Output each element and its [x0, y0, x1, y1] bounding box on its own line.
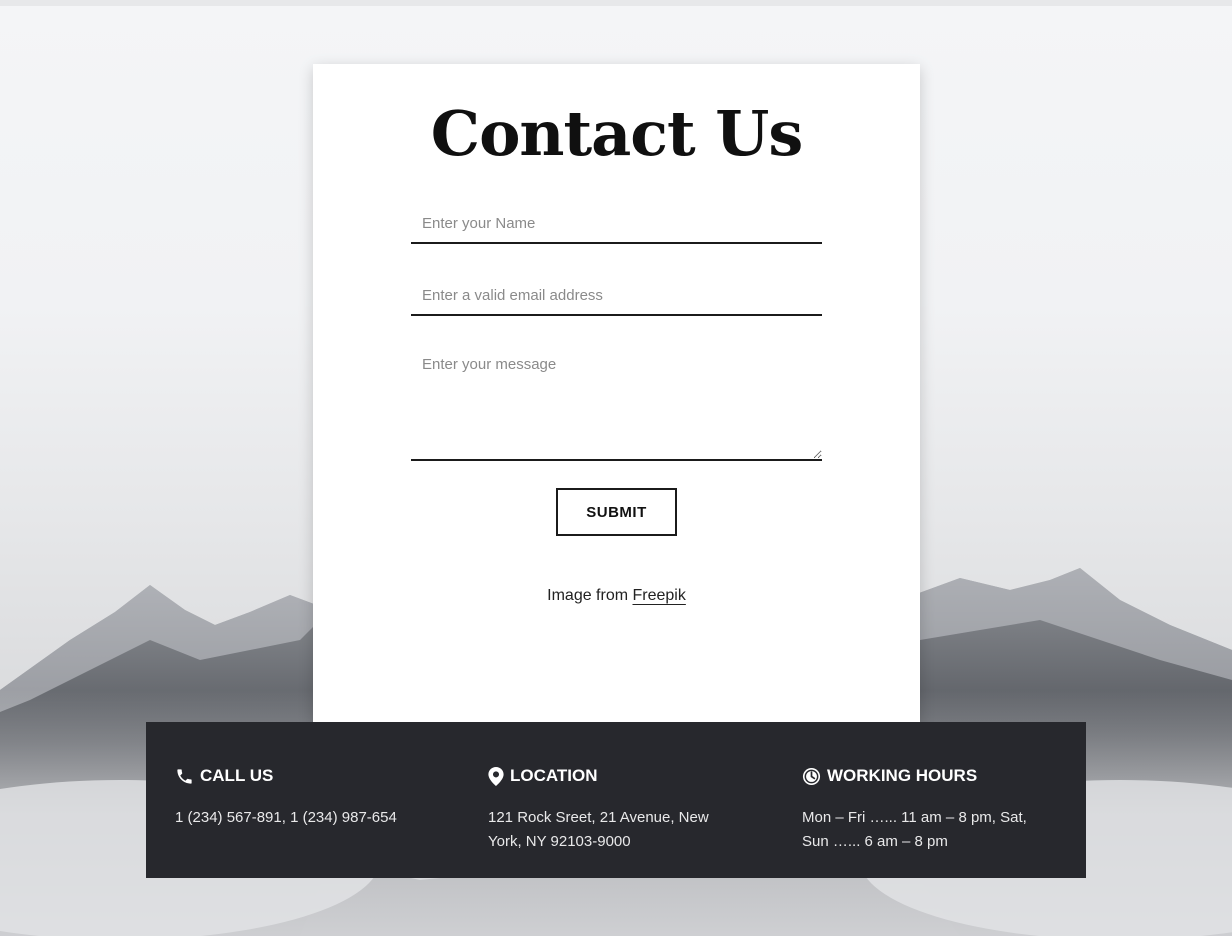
- credit-prefix: Image from: [547, 587, 633, 604]
- freepik-link[interactable]: Freepik: [633, 587, 686, 604]
- location-heading-row: LOCATION: [488, 764, 738, 788]
- submit-button[interactable]: SUBMIT: [556, 488, 677, 536]
- map-pin-icon: [488, 766, 504, 786]
- name-input[interactable]: [411, 204, 822, 244]
- clock-icon: [802, 767, 821, 786]
- call-us-heading: CALL US: [200, 766, 274, 785]
- phone-icon: [175, 767, 194, 786]
- image-credit: Image from Freepik: [313, 587, 920, 605]
- location-heading: LOCATION: [510, 766, 598, 785]
- email-input[interactable]: [411, 276, 822, 316]
- working-hours-text: Mon – Fri …... 11 am – 8 pm, Sat, Sun ….…: [802, 809, 1027, 850]
- working-hours-heading-row: WORKING HOURS: [802, 764, 1052, 788]
- contact-info-panel: CALL US 1 (234) 567-891, 1 (234) 987-654…: [146, 722, 1086, 878]
- working-hours-heading: WORKING HOURS: [827, 766, 978, 785]
- info-call-us: CALL US 1 (234) 567-891, 1 (234) 987-654: [175, 764, 425, 830]
- info-location: LOCATION 121 Rock Sreet, 21 Avenue, New …: [488, 764, 738, 854]
- location-text: 121 Rock Sreet, 21 Avenue, New York, NY …: [488, 809, 709, 850]
- call-us-heading-row: CALL US: [175, 764, 425, 788]
- page-title: Contact Us: [430, 97, 804, 170]
- info-working-hours: WORKING HOURS Mon – Fri …... 11 am – 8 p…: [802, 764, 1052, 854]
- message-textarea[interactable]: [411, 352, 822, 461]
- call-us-text: 1 (234) 567-891, 1 (234) 987-654: [175, 809, 397, 826]
- contact-card: Contact Us SUBMIT Image from Freepik: [313, 64, 920, 724]
